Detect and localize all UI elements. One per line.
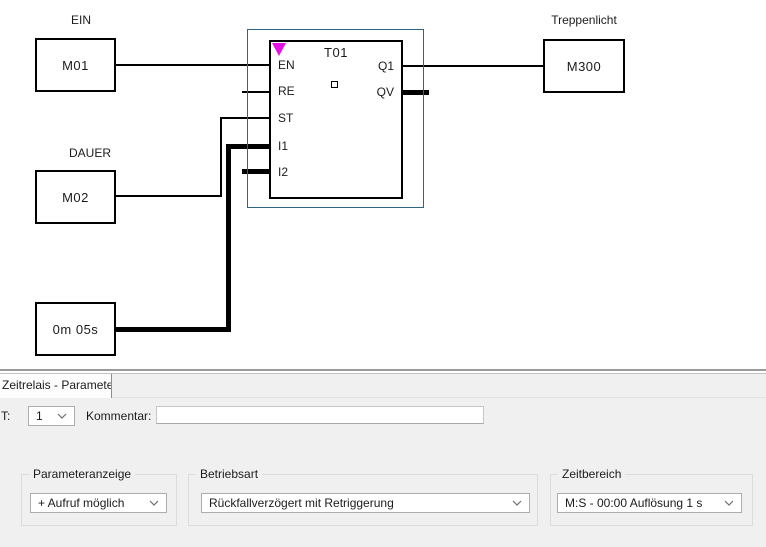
t-number-value: 1: [29, 409, 57, 423]
group-parameteranzeige-label: Parameteranzeige: [29, 467, 135, 481]
operand-m02[interactable]: M02: [35, 170, 116, 224]
wire-i1-vertical: [226, 144, 231, 332]
chevron-down-icon: [57, 413, 67, 419]
circuit-canvas[interactable]: EIN M01 DAUER M02 0m 05s Treppenlicht M3…: [0, 0, 766, 369]
t-number-select[interactable]: 1: [28, 406, 75, 426]
app-window: EIN M01 DAUER M02 0m 05s Treppenlicht M3…: [0, 0, 766, 547]
net-label-ein: EIN: [59, 13, 103, 27]
group-zeitbereich-label: Zeitbereich: [558, 467, 625, 481]
group-betriebsart-label: Betriebsart: [196, 467, 262, 481]
parameteranzeige-value: + Aufruf möglich: [31, 496, 149, 510]
wire-constant-horizontal: [116, 327, 231, 332]
pin-st: ST: [278, 111, 293, 125]
wire-q1-m300: [403, 65, 543, 67]
operand-m300[interactable]: M300: [543, 39, 625, 93]
kommentar-input[interactable]: [156, 406, 484, 424]
wire-st-vertical: [220, 117, 222, 197]
betriebsart-select[interactable]: Rückfallverzögert mit Retriggerung: [201, 493, 530, 513]
net-label-dauer: DAUER: [68, 146, 112, 160]
timer-function-block[interactable]: T01 EN RE ST I1 I2 Q1 QV: [269, 40, 403, 199]
chevron-down-icon: [149, 500, 159, 506]
chevron-down-icon: [512, 500, 522, 506]
pin-re: RE: [278, 84, 295, 98]
tab-zeitrelais-parameter[interactable]: Zeitrelais - Parameter: [0, 374, 112, 399]
splitter-line-dark: [0, 369, 766, 371]
chevron-down-icon: [724, 500, 734, 506]
zeitbereich-select[interactable]: M:S - 00:00 Auflösung 1 s: [557, 493, 742, 513]
operand-constant-time[interactable]: 0m 05s: [35, 302, 116, 356]
pin-qv: QV: [377, 85, 394, 99]
parameteranzeige-select[interactable]: + Aufruf möglich: [30, 493, 167, 513]
parameter-panel: T: 1 Kommentar: Parameteranzeige + Aufru…: [0, 398, 766, 547]
operand-m01[interactable]: M01: [35, 38, 116, 92]
group-parameteranzeige: Parameteranzeige + Aufruf möglich: [21, 474, 177, 526]
contact-symbol-icon: [331, 81, 338, 88]
wire-m02-horizontal: [116, 195, 222, 197]
parameter-tabstrip: Zeitrelais - Parameter: [0, 374, 766, 398]
betriebsart-value: Rückfallverzögert mit Retriggerung: [202, 496, 512, 510]
zeitbereich-value: M:S - 00:00 Auflösung 1 s: [558, 496, 724, 510]
t-number-label: T:: [1, 409, 10, 423]
pin-i2: I2: [278, 165, 288, 179]
kommentar-label: Kommentar:: [86, 409, 151, 423]
pin-q1: Q1: [378, 59, 394, 73]
pin-en: EN: [278, 58, 295, 72]
net-label-treppenlicht: Treppenlicht: [544, 13, 624, 27]
group-zeitbereich: Zeitbereich M:S - 00:00 Auflösung 1 s: [550, 474, 753, 526]
group-betriebsart: Betriebsart Rückfallverzögert mit Retrig…: [188, 474, 538, 526]
pin-i1: I1: [278, 139, 288, 153]
